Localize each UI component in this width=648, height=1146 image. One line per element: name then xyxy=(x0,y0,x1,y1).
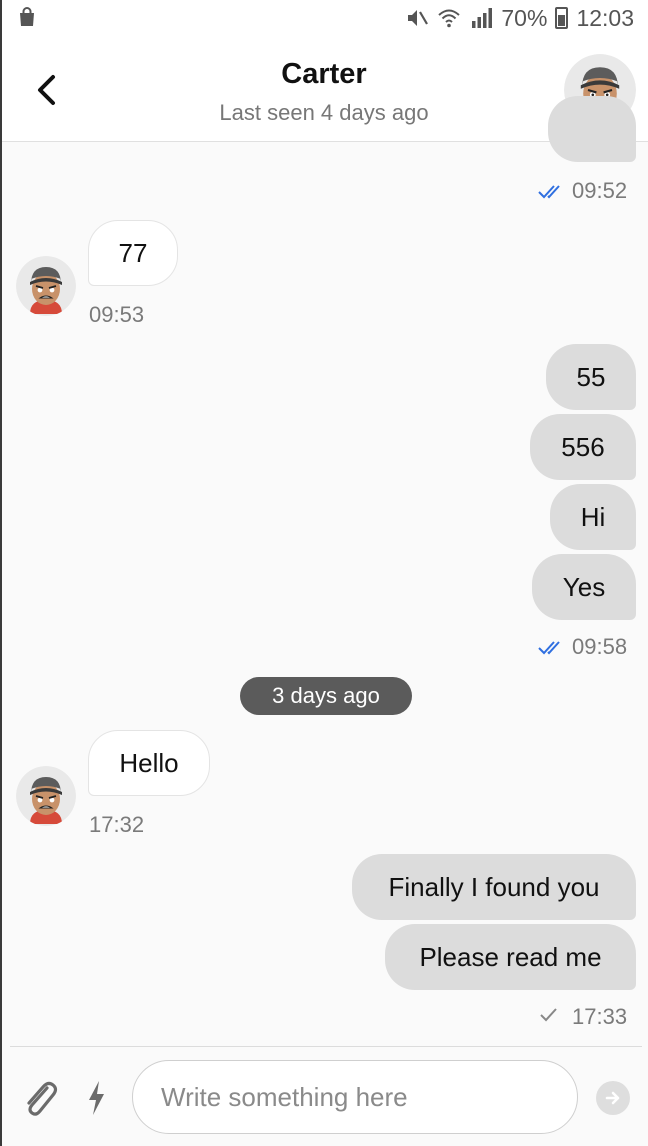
message-time: 09:58 xyxy=(572,634,628,659)
avatar-face-icon xyxy=(16,766,76,826)
signal-icon xyxy=(472,8,493,28)
message-time: 17:33 xyxy=(572,1004,628,1029)
message-time: 09:52 xyxy=(572,178,628,203)
composer-divider xyxy=(10,1046,642,1047)
battery-icon xyxy=(555,7,569,29)
contact-name[interactable]: Carter xyxy=(0,58,648,91)
contact-avatar-small[interactable] xyxy=(16,766,76,826)
message-time: 17:32 xyxy=(89,812,145,837)
read-ticks-icon xyxy=(538,641,560,655)
send-button[interactable] xyxy=(596,1081,630,1115)
battery-percent: 70% xyxy=(501,4,548,31)
lightning-icon xyxy=(89,1081,104,1115)
outgoing-bubble[interactable]: Yes xyxy=(532,554,636,620)
incoming-bubble[interactable]: Hello xyxy=(88,730,210,796)
incoming-bubble[interactable]: 77 xyxy=(88,220,178,286)
read-ticks-icon xyxy=(538,185,560,199)
attach-button[interactable] xyxy=(20,1076,60,1120)
mute-icon xyxy=(408,10,429,26)
screen-edge xyxy=(0,0,2,1146)
status-clock: 12:03 xyxy=(576,4,634,31)
outgoing-bubble-clipped[interactable] xyxy=(548,96,636,162)
sent-tick-icon xyxy=(540,1008,557,1022)
outgoing-bubble[interactable]: Hi xyxy=(550,484,636,550)
send-arrow-icon xyxy=(605,1091,620,1105)
message-time: 09:53 xyxy=(89,302,145,327)
message-input[interactable] xyxy=(132,1060,578,1134)
status-bar: 70% 12:03 xyxy=(0,0,648,36)
outgoing-bubble[interactable]: 556 xyxy=(530,414,636,480)
paperclip-icon xyxy=(27,1081,58,1116)
outgoing-bubble[interactable]: Please read me xyxy=(385,924,636,990)
wifi-icon xyxy=(438,9,461,28)
date-divider: 3 days ago xyxy=(240,677,412,715)
shopping-bag-icon xyxy=(20,7,34,26)
quick-reply-button[interactable] xyxy=(84,1078,108,1118)
avatar-face-icon xyxy=(16,256,76,316)
contact-avatar-small[interactable] xyxy=(16,256,76,316)
outgoing-bubble[interactable]: Finally I found you xyxy=(352,854,636,920)
status-icons: 70% 12:03 xyxy=(405,4,634,32)
outgoing-bubble[interactable]: 55 xyxy=(546,344,636,410)
